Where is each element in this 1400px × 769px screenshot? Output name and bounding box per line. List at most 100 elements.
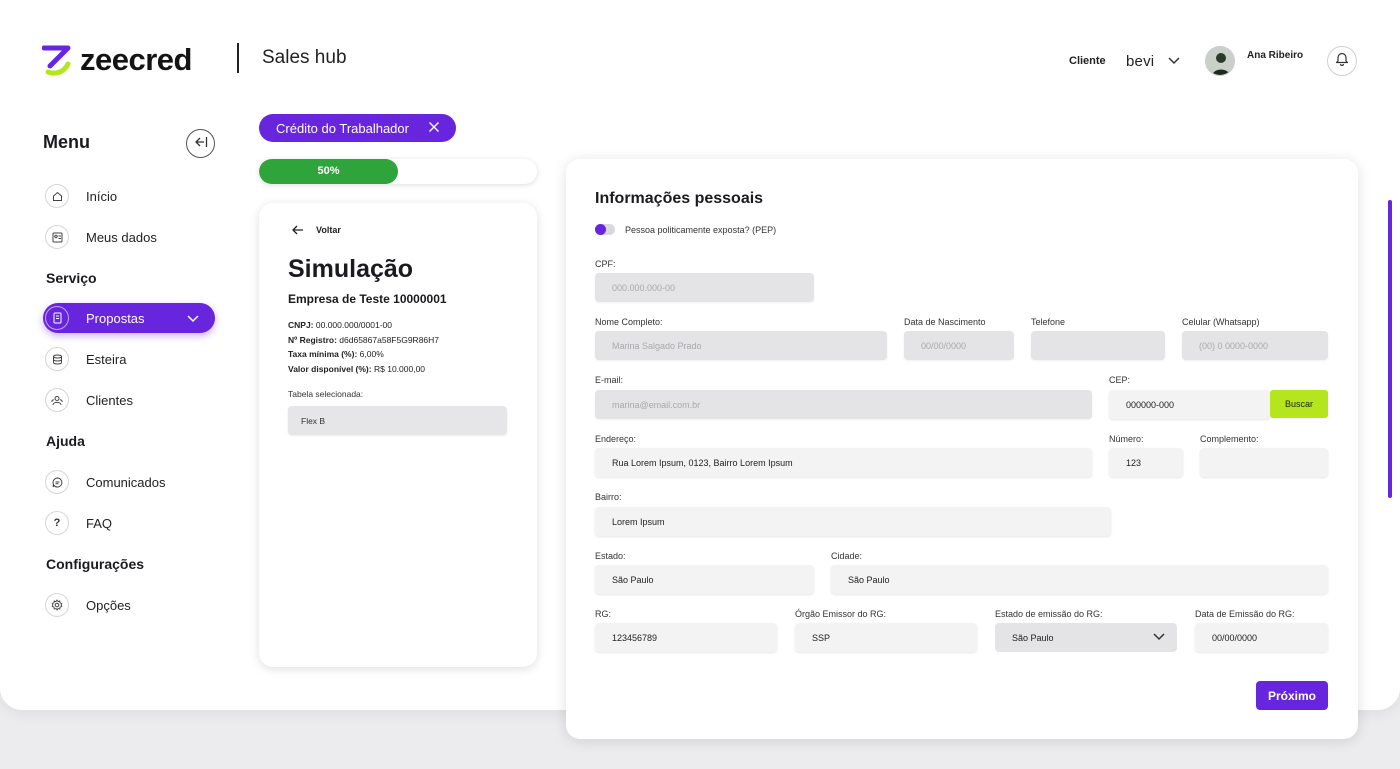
cpf-label: CPF: bbox=[595, 259, 616, 269]
simulation-details: CNPJ: 00.000.000/0001-00 Nº Registro: d6… bbox=[288, 318, 439, 376]
product-title: Sales hub bbox=[262, 47, 347, 68]
sidebar-item-propostas[interactable]: Propostas bbox=[43, 303, 215, 333]
chat-icon bbox=[45, 470, 69, 494]
complemento-label: Complemento: bbox=[1200, 434, 1259, 444]
sidebar-item-meus-dados[interactable]: Meus dados bbox=[43, 222, 215, 252]
sidebar-item-label: Clientes bbox=[86, 392, 133, 408]
rg-field[interactable]: 123456789 bbox=[595, 623, 777, 652]
filter-chip[interactable]: Crédito do Trabalhador bbox=[259, 114, 456, 142]
progress-bar: 50% bbox=[259, 159, 537, 184]
user-name: Ana Ribeiro bbox=[1247, 50, 1304, 61]
orgao-field[interactable]: SSP bbox=[795, 623, 977, 652]
avatar[interactable] bbox=[1205, 46, 1235, 76]
pep-toggle[interactable] bbox=[595, 224, 615, 235]
cpf-field[interactable]: 000.000.000-00 bbox=[595, 273, 814, 302]
nome-label: Nome Completo: bbox=[595, 317, 663, 327]
taxa-row: Taxa mínima (%): 6,00% bbox=[288, 349, 384, 359]
pep-label: Pessoa politicamente exposta? (PEP) bbox=[625, 224, 777, 235]
gear-icon bbox=[45, 593, 69, 617]
database-icon bbox=[45, 347, 69, 371]
section-title-ajuda: Ajuda bbox=[46, 433, 85, 449]
next-button[interactable]: Próximo bbox=[1256, 681, 1328, 710]
email-label: E-mail: bbox=[595, 375, 624, 385]
celular-field[interactable]: (00) 0 0000-0000 bbox=[1182, 331, 1328, 360]
sidebar-item-faq[interactable]: ? FAQ bbox=[43, 508, 215, 538]
form-title: Informações pessoais bbox=[595, 190, 764, 207]
bell-icon bbox=[1335, 51, 1349, 71]
section-title-configuracoes: Configurações bbox=[46, 556, 145, 572]
client-label: Cliente bbox=[1069, 55, 1106, 67]
menu-title: Menu bbox=[43, 132, 90, 152]
chevron-down-icon bbox=[187, 311, 199, 326]
sidebar-item-label: Meus dados bbox=[86, 229, 157, 245]
telefone-label: Telefone bbox=[1031, 317, 1066, 327]
sidebar-item-clientes[interactable]: Clientes bbox=[43, 385, 215, 415]
cep-label: CEP: bbox=[1109, 375, 1131, 385]
close-icon[interactable] bbox=[428, 121, 440, 136]
cidade-field[interactable]: São Paulo bbox=[831, 565, 1328, 594]
complemento-field[interactable] bbox=[1200, 448, 1328, 477]
estado-rg-value: São Paulo bbox=[1012, 632, 1054, 643]
page-scrollbar[interactable] bbox=[1388, 200, 1392, 498]
sidebar-item-inicio[interactable]: Início bbox=[43, 181, 215, 211]
estado-rg-select[interactable]: São Paulo bbox=[995, 623, 1177, 652]
nome-field[interactable]: Marina Salgado Prado bbox=[595, 331, 887, 360]
pep-toggle-row[interactable]: Pessoa politicamente exposta? (PEP) bbox=[595, 224, 776, 235]
buscar-button[interactable]: Buscar bbox=[1270, 390, 1328, 418]
collapse-left-icon bbox=[194, 135, 208, 153]
company-name: Empresa de Teste 10000001 bbox=[288, 292, 447, 306]
email-field[interactable]: marina@email.com.br bbox=[595, 390, 1092, 419]
progress-label: 50% bbox=[317, 165, 340, 177]
sidebar-item-label: Propostas bbox=[86, 310, 145, 326]
table-label: Tabela selecionada: bbox=[288, 389, 364, 399]
estado-rg-label: Estado de emissão do RG: bbox=[995, 609, 1103, 619]
client-select[interactable]: bevi bbox=[1120, 44, 1184, 78]
registro-row: Nº Registro: d6d65867a58F5G9R86H7 bbox=[288, 334, 440, 345]
question-icon: ? bbox=[45, 511, 69, 535]
document-icon bbox=[45, 306, 69, 330]
bairro-label: Bairro: bbox=[595, 492, 622, 502]
home-icon bbox=[45, 184, 69, 208]
id-card-icon bbox=[45, 225, 69, 249]
brand-logo[interactable]: zeecred bbox=[41, 42, 192, 78]
sidebar-item-comunicados[interactable]: Comunicados bbox=[43, 467, 215, 497]
collapse-sidebar-button[interactable] bbox=[186, 129, 215, 158]
selected-table: Flex B bbox=[288, 406, 507, 435]
estado-label: Estado: bbox=[595, 551, 626, 561]
personal-info-form: Informações pessoais Pessoa politicament… bbox=[566, 159, 1358, 739]
users-icon bbox=[45, 388, 69, 412]
logo-mark-icon bbox=[41, 44, 72, 76]
brand-name: zeecred bbox=[80, 42, 192, 77]
arrow-left-icon bbox=[292, 225, 303, 235]
chevron-down-icon bbox=[1153, 632, 1165, 643]
sidebar-item-label: Opções bbox=[86, 597, 131, 613]
sidebar-item-label: Início bbox=[86, 188, 118, 204]
estado-field[interactable]: São Paulo bbox=[595, 565, 814, 594]
data-rg-field[interactable]: 00/00/0000 bbox=[1195, 623, 1328, 652]
client-value: bevi bbox=[1126, 52, 1155, 70]
back-button[interactable]: Voltar bbox=[292, 225, 341, 235]
telefone-field[interactable] bbox=[1031, 331, 1165, 360]
numero-field[interactable]: 123 bbox=[1109, 448, 1183, 477]
sidebar-item-opcoes[interactable]: Opções bbox=[43, 590, 215, 620]
back-label: Voltar bbox=[316, 225, 341, 235]
chip-label: Crédito do Trabalhador bbox=[276, 120, 409, 136]
sidebar-item-esteira[interactable]: Esteira bbox=[43, 344, 215, 374]
valor-row: Valor disponível (%): R$ 10.000,00 bbox=[288, 363, 426, 374]
notifications-button[interactable] bbox=[1327, 46, 1357, 76]
numero-label: Número: bbox=[1109, 434, 1144, 444]
sidebar-item-label: Comunicados bbox=[86, 474, 166, 490]
endereco-field[interactable]: Rua Lorem Ipsum, 0123, Bairro Lorem Ipsu… bbox=[595, 448, 1092, 477]
section-title-servico: Serviço bbox=[46, 270, 97, 286]
nascimento-field[interactable]: 00/00/0000 bbox=[904, 331, 1014, 360]
cep-field[interactable]: 000000-000 bbox=[1109, 390, 1271, 419]
orgao-label: Órgão Emissor do RG: bbox=[795, 609, 887, 619]
sidebar-item-label: FAQ bbox=[86, 515, 113, 531]
header-divider bbox=[237, 43, 239, 73]
bairro-field[interactable]: Lorem Ipsum bbox=[595, 507, 1111, 536]
nascimento-label: Data de Nascimento bbox=[904, 317, 986, 327]
simulation-card: Voltar Simulação Empresa de Teste 100000… bbox=[259, 203, 537, 667]
chevron-down-icon bbox=[1168, 52, 1180, 70]
cnpj-row: CNPJ: 00.000.000/0001-00 bbox=[288, 320, 392, 330]
rg-label: RG: bbox=[595, 609, 612, 619]
